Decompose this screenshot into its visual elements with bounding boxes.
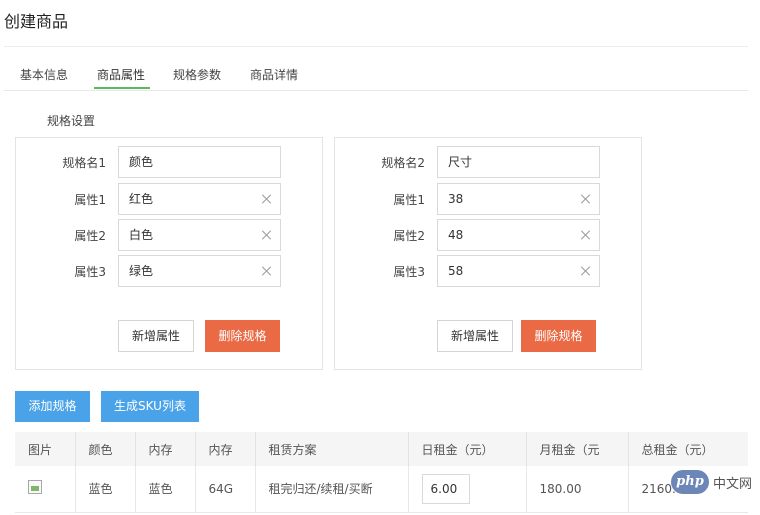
php-logo-badge: php <box>670 470 709 494</box>
sku-table: 图片 颜色 内存 内存 租赁方案 日租金（元） 月租金（元 总租金（元） 蓝色 … <box>15 432 748 513</box>
spec-name-input[interactable]: 颜色 <box>118 146 281 178</box>
clear-icon[interactable] <box>260 264 274 278</box>
attr-value: 绿色 <box>129 264 154 278</box>
clear-icon[interactable] <box>260 192 274 206</box>
clear-icon[interactable] <box>579 264 593 278</box>
rental-plan-cell: 租完归还/续租/买断 <box>255 466 409 513</box>
title-divider <box>4 46 748 47</box>
attr-label-1: 属性1 <box>74 193 106 207</box>
attr-value: 白色 <box>129 228 154 242</box>
clear-icon[interactable] <box>579 192 593 206</box>
attr-label-2: 属性2 <box>74 229 106 243</box>
add-attribute-button[interactable]: 新增属性 <box>437 320 513 352</box>
add-spec-button[interactable]: 添加规格 <box>15 391 90 422</box>
column-header: 内存 <box>195 432 256 466</box>
attr-input-3[interactable]: 绿色 <box>118 255 281 287</box>
attr-input-2[interactable]: 48 <box>437 219 600 251</box>
broken-image-icon <box>28 480 42 495</box>
add-attribute-button[interactable]: 新增属性 <box>118 320 194 352</box>
attr-value: 48 <box>448 228 464 242</box>
attr-value: 58 <box>448 264 464 278</box>
attr-input-3[interactable]: 58 <box>437 255 600 287</box>
watermark: php 中文网 <box>670 470 752 494</box>
tab-basic-info[interactable]: 基本信息 <box>20 66 68 83</box>
tab-spec-params[interactable]: 规格参数 <box>173 66 221 83</box>
column-header: 日租金（元） <box>408 432 527 466</box>
column-header: 总租金（元） <box>628 432 748 466</box>
attr-label-1: 属性1 <box>393 193 425 207</box>
memory-cell: 64G <box>195 466 256 513</box>
column-header: 内存 <box>135 432 196 466</box>
delete-spec-button[interactable]: 删除规格 <box>205 320 280 352</box>
spec-group-1: 规格名1 颜色 属性1 红色 属性2 白色 属性3 绿色 新增属性 删除规格 <box>15 137 323 370</box>
watermark-text: 中文网 <box>712 476 752 492</box>
daily-rent-input[interactable]: 6.00 <box>421 473 470 504</box>
spec-group-2: 规格名2 尺寸 属性1 38 属性2 48 属性3 58 新增属性 删除规格 <box>334 137 642 370</box>
tab-bar: 基本信息 商品属性 规格参数 商品详情 <box>4 58 748 91</box>
monthly-rent-cell: 180.00 <box>526 466 629 513</box>
attr-label-2: 属性2 <box>393 229 425 243</box>
column-header: 租赁方案 <box>255 432 409 466</box>
spec-name-label: 规格名2 <box>381 156 425 170</box>
page-title: 创建商品 <box>4 12 69 31</box>
sku-table-header: 图片 颜色 内存 内存 租赁方案 日租金（元） 月租金（元 总租金（元） <box>15 432 748 466</box>
attr-label-3: 属性3 <box>74 265 106 279</box>
color-cell: 蓝色 <box>75 466 136 513</box>
tab-product-attributes[interactable]: 商品属性 <box>97 66 145 83</box>
memory-cell: 蓝色 <box>135 466 196 513</box>
clear-icon[interactable] <box>260 228 274 242</box>
column-header: 月租金（元 <box>526 432 629 466</box>
attr-value: 红色 <box>129 192 154 206</box>
column-header: 图片 <box>15 432 76 466</box>
tab-product-details[interactable]: 商品详情 <box>250 66 298 83</box>
attr-input-2[interactable]: 白色 <box>118 219 281 251</box>
clear-icon[interactable] <box>579 228 593 242</box>
attr-input-1[interactable]: 红色 <box>118 183 281 215</box>
delete-spec-button[interactable]: 删除规格 <box>521 320 596 352</box>
attr-value: 38 <box>448 192 464 206</box>
image-cell <box>15 466 76 513</box>
spec-name-input[interactable]: 尺寸 <box>437 146 600 178</box>
attr-label-3: 属性3 <box>393 265 425 279</box>
column-header: 颜色 <box>75 432 136 466</box>
generate-sku-button[interactable]: 生成SKU列表 <box>101 391 199 422</box>
attr-input-1[interactable]: 38 <box>437 183 600 215</box>
active-tab-indicator <box>94 87 150 89</box>
spec-name-label: 规格名1 <box>62 156 106 170</box>
daily-rent-cell: 6.00 <box>408 466 527 513</box>
spec-settings-heading: 规格设置 <box>47 114 96 128</box>
table-row: 蓝色 蓝色 64G 租完归还/续租/买断 6.00 180.00 2160.00 <box>15 466 748 513</box>
